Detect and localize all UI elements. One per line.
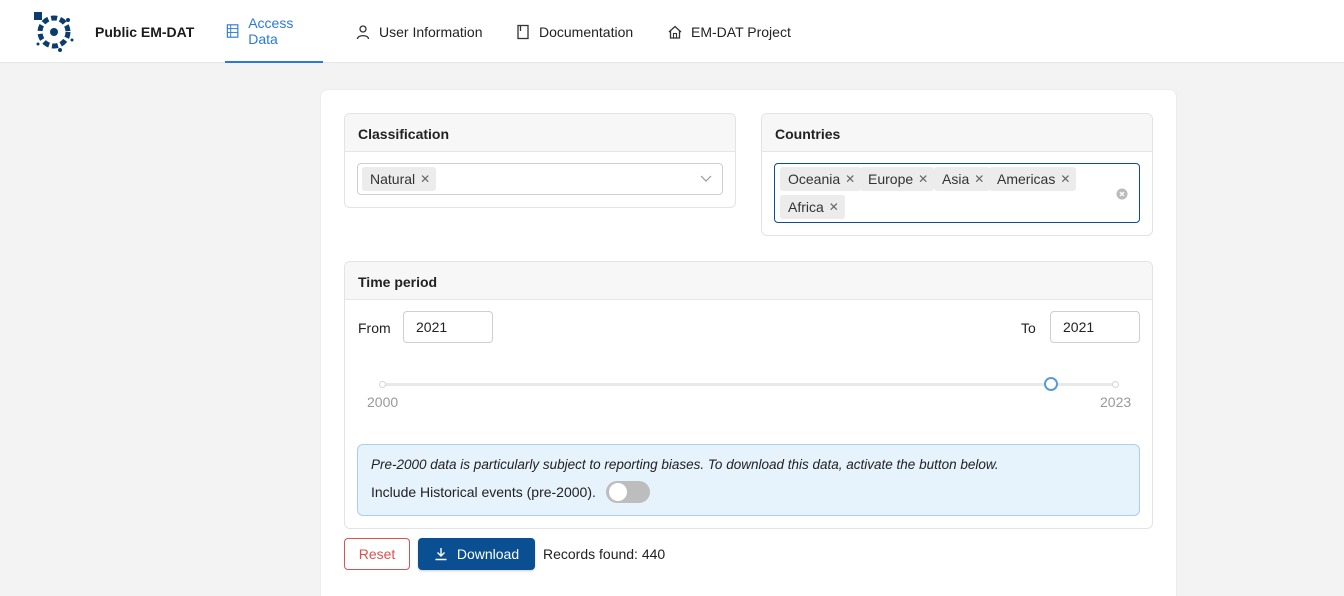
to-label: To [1021,320,1036,336]
reset-button[interactable]: Reset [344,538,410,570]
countries-title: Countries [762,114,1152,152]
historical-info-box: Pre-2000 data is particularly subject to… [357,444,1140,516]
chip-europe: Europe ✕ [860,167,935,191]
classification-select[interactable]: Natural ✕ [357,163,723,195]
chip-oceania: Oceania ✕ [780,167,862,191]
home-icon [668,25,682,39]
slider-min-label: 2000 [367,394,399,410]
nav-documentation[interactable]: Documentation [515,0,633,63]
nav-em-dat-project[interactable]: EM-DAT Project [667,0,791,63]
nav-user-information-label: User Information [379,23,483,40]
chip-label: Africa [788,199,824,215]
countries-select[interactable]: Oceania ✕ Europe ✕ Asia ✕ Americas ✕ Afr… [774,163,1140,223]
time-period-title: Time period [345,262,1152,300]
clear-all-icon[interactable] [1116,188,1128,200]
remove-chip-icon[interactable]: ✕ [974,172,984,186]
toggle-knob [609,483,627,501]
chip-asia: Asia ✕ [934,167,991,191]
nav-em-dat-project-label: EM-DAT Project [691,23,791,40]
nav-user-information[interactable]: User Information [355,0,482,63]
to-year-input[interactable]: 2021 [1050,311,1140,343]
remove-chip-icon[interactable]: ✕ [1060,172,1070,186]
info-message: Pre-2000 data is particularly subject to… [371,457,999,472]
nav-access-data[interactable]: Access Data [225,0,323,63]
slider-max-dot [1112,381,1119,388]
toggle-label: Include Historical events (pre-2000). [371,484,596,500]
chip-label: Natural [370,171,416,187]
em-dat-logo[interactable] [32,10,76,54]
chip-label: Europe [868,171,914,187]
remove-chip-icon[interactable]: ✕ [829,200,839,214]
table-icon [226,23,239,38]
nav-access-data-label: Access Data [248,14,294,47]
book-icon [517,24,529,39]
chip-label: Oceania [788,171,841,187]
year-slider-track[interactable] [382,383,1115,386]
chip-label: Americas [997,171,1056,187]
slider-min-dot [379,381,386,388]
chip-natural: Natural ✕ [362,167,437,191]
user-icon [356,24,370,39]
top-navbar: Public EM-DAT Access Data User Informati… [0,0,1344,63]
remove-chip-icon[interactable]: ✕ [845,172,855,186]
chip-label: Asia [942,171,970,187]
from-label: From [358,320,391,336]
historical-events-toggle[interactable] [606,481,650,503]
classification-title: Classification [345,114,735,152]
download-icon [435,548,447,561]
chip-africa: Africa ✕ [780,195,845,219]
remove-chip-icon[interactable]: ✕ [918,172,928,186]
records-found: Records found: 440 [543,546,666,562]
from-year-input[interactable]: 2021 [403,311,493,343]
remove-chip-icon[interactable]: ✕ [420,172,430,186]
nav-documentation-label: Documentation [539,23,634,40]
download-label: Download [456,546,520,562]
brand-title[interactable]: Public EM-DAT [95,24,194,40]
slider-max-label: 2023 [1100,394,1132,410]
chip-americas: Americas ✕ [989,167,1077,191]
chevron-down-icon[interactable] [700,175,712,183]
download-button[interactable]: Download [418,538,535,570]
